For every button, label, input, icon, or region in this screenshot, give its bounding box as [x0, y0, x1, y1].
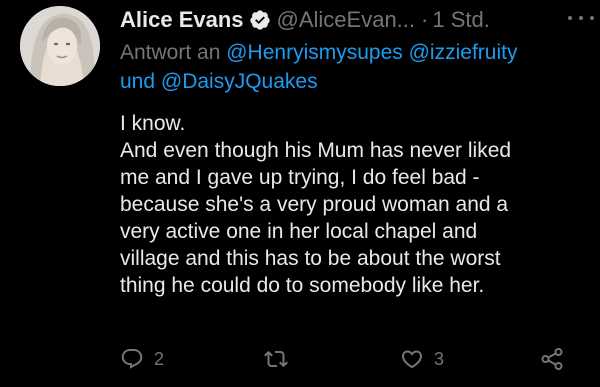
avatar-image: [20, 6, 100, 86]
verified-badge-icon: [249, 9, 271, 31]
author-display-name[interactable]: Alice Evans: [120, 7, 244, 33]
mention-link[interactable]: @Henryismysupes: [226, 41, 403, 64]
reply-icon: [121, 349, 143, 369]
tweet-text-line: I know.: [120, 112, 186, 135]
heart-icon: [401, 350, 423, 369]
author-handle[interactable]: @AliceEvan...: [277, 7, 416, 33]
tweet-text: I know. And even though his Mum has neve…: [120, 110, 590, 299]
more-options-icon[interactable]: [568, 8, 594, 28]
share-button[interactable]: [540, 344, 564, 374]
tweet-text-line: And even though his Mum has never liked: [120, 139, 512, 162]
separator-dot: ·: [421, 7, 429, 32]
tweet-text-line: because she's a very proud woman and a: [120, 193, 509, 216]
tweet-text-line: thing he could do to somebody like her.: [120, 274, 485, 297]
tweet-timestamp[interactable]: 1 Std.: [432, 7, 489, 33]
tweet-text-line: me and I gave up trying, I do feel bad -: [120, 166, 480, 189]
tweet-actions: 2 3: [120, 344, 580, 374]
reply-count: 2: [154, 348, 165, 369]
tweet-header: Alice Evans @AliceEvan... · 1 Std.: [120, 6, 590, 34]
like-button[interactable]: 3: [400, 344, 444, 374]
reply-prefix: Antwort an: [120, 41, 221, 64]
like-count: 3: [434, 348, 445, 369]
mention-link[interactable]: @izziefruity: [409, 41, 518, 64]
reply-button[interactable]: 2: [120, 344, 164, 374]
tweet-text-line: very active one in her local chapel and: [120, 220, 478, 243]
mention-link[interactable]: @DaisyJQuakes: [161, 70, 318, 93]
tweet-text-line: village and this has to be about the wor…: [120, 247, 501, 270]
avatar[interactable]: [20, 6, 100, 86]
share-icon: [541, 348, 563, 370]
reply-context: Antwort an @Henryismysupes @izziefruity …: [120, 38, 580, 96]
reply-joiner: und: [120, 70, 156, 93]
tweet[interactable]: Alice Evans @AliceEvan... · 1 Std. Antwo…: [0, 0, 600, 387]
retweet-icon: [264, 350, 288, 368]
retweet-button[interactable]: [264, 344, 298, 374]
